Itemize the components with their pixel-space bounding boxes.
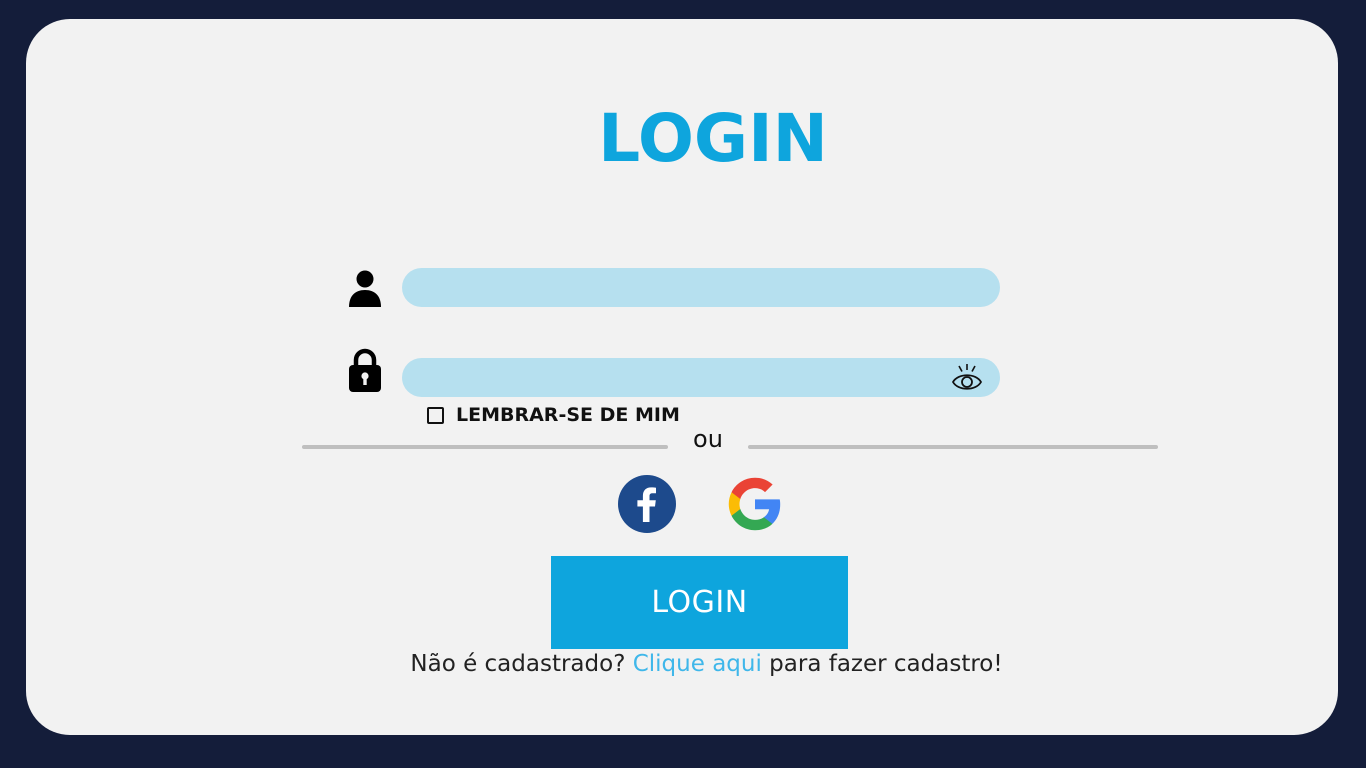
user-icon [349,270,381,307]
remember-me[interactable]: LEMBRAR-SE DE MIM [427,403,680,427]
signup-link[interactable]: Clique aqui [633,651,762,677]
remember-me-checkbox[interactable] [427,406,444,424]
divider-line-right [748,445,1158,449]
login-button[interactable]: LOGIN [551,556,848,649]
login-card: LOGIN LEMBRAR-SE DE MIM ou LOGIN Não é c… [26,19,1338,735]
google-icon[interactable] [727,475,783,533]
signup-suffix: para fazer cadastro! [761,651,1003,677]
signup-prefix: Não é cadastrado? [410,651,633,677]
password-input[interactable] [402,358,1000,397]
lock-icon [349,348,381,392]
page-title: LOGIN [598,100,828,177]
username-input[interactable] [402,268,1000,307]
divider-line-left [302,445,668,449]
facebook-icon[interactable] [618,475,676,533]
eye-icon[interactable] [951,363,983,393]
divider-text: ou [693,425,723,453]
remember-me-label: LEMBRAR-SE DE MIM [456,404,680,426]
signup-text: Não é cadastrado? Clique aqui para fazer… [26,651,1366,677]
